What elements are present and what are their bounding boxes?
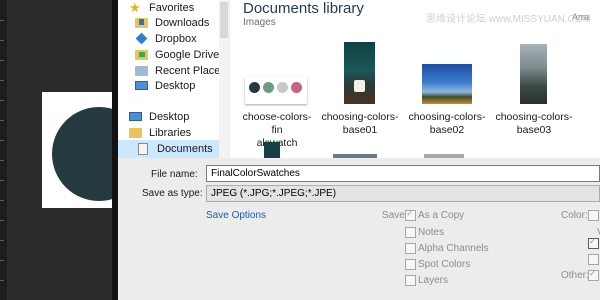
color-option-checkbox[interactable] xyxy=(588,254,599,265)
watermark-text: 思缘设计论坛 www.MISSYUAN.COM xyxy=(426,14,592,25)
file-item-label[interactable]: choosing-colors- base03 xyxy=(494,111,574,137)
notes-label: Notes xyxy=(418,227,445,238)
arrange-by-dropdown[interactable]: Arra xyxy=(572,12,589,22)
as-a-copy-label: As a Copy xyxy=(418,210,465,221)
nav-item-label: Documents xyxy=(157,142,213,155)
file-thumbnail-base03[interactable] xyxy=(520,44,547,104)
alpha-channels-label: Alpha Channels xyxy=(418,243,489,254)
file-name-line: choose-colors-fin xyxy=(242,111,312,136)
nav-item-label: Desktop xyxy=(149,110,190,123)
nav-item-downloads[interactable]: Downloads xyxy=(135,15,209,30)
recent-places-icon xyxy=(135,64,149,77)
nav-item-desktop[interactable]: Desktop xyxy=(129,109,189,124)
nav-item-label: Dropbox xyxy=(155,32,197,45)
file-item-label[interactable]: choosing-colors- base01 xyxy=(320,111,400,137)
nav-item-label: Favorites xyxy=(149,1,195,14)
file-name-line: base03 xyxy=(516,124,552,136)
desktop-icon xyxy=(129,110,143,123)
alpha-channels-checkbox[interactable] xyxy=(405,243,416,254)
star-icon: ★ xyxy=(129,0,141,15)
file-thumbnail-base01[interactable] xyxy=(344,42,375,104)
filename-input[interactable]: FinalColorSwatches xyxy=(206,165,600,182)
color-label: Color: xyxy=(561,210,588,221)
nav-item-recent-places[interactable]: Recent Places xyxy=(135,63,226,78)
file-thumbnail-swatch[interactable] xyxy=(245,77,307,104)
other-option-checkbox[interactable] xyxy=(588,268,599,281)
nav-item-google-drive[interactable]: Google Drive xyxy=(135,47,219,62)
color-option-checkbox[interactable] xyxy=(588,210,599,221)
swatch-dot xyxy=(291,82,302,93)
icc-profile-checkbox[interactable] xyxy=(588,236,599,249)
nav-item-desktop-favorite[interactable]: Desktop xyxy=(135,78,195,93)
savetype-dropdown[interactable]: JPEG (*.JPG;*.JPEG;*.JPE) xyxy=(206,185,600,202)
swatch-dot xyxy=(263,82,274,93)
save-options-link[interactable]: Save Options xyxy=(206,210,266,221)
nav-item-dropbox[interactable]: Dropbox xyxy=(135,31,197,46)
layers-checkbox[interactable] xyxy=(405,275,416,286)
layers-label: Layers xyxy=(418,275,449,286)
file-thumbnail-partial[interactable] xyxy=(424,154,464,158)
savetype-label: Save as type: xyxy=(142,188,203,199)
file-name-line: choosing-colors- xyxy=(495,111,573,123)
libraries-icon xyxy=(129,126,143,139)
nav-scrollbar-thumb[interactable] xyxy=(220,2,228,38)
as-a-copy-checkbox[interactable] xyxy=(405,208,416,221)
swatch-dot xyxy=(249,82,260,93)
notes-checkbox[interactable] xyxy=(405,227,416,238)
file-item-label[interactable]: choosing-colors- base02 xyxy=(407,111,487,137)
other-label: Other: xyxy=(561,270,589,281)
google-drive-icon xyxy=(135,48,149,61)
file-thumbnail-partial[interactable] xyxy=(264,142,280,158)
nav-item-label: Recent Places xyxy=(155,64,226,77)
file-name-line: choosing-colors- xyxy=(321,111,399,123)
file-name-line: base01 xyxy=(342,124,378,136)
library-subtitle: Images xyxy=(243,17,276,28)
cup-shape xyxy=(354,80,365,92)
nav-item-label: Downloads xyxy=(155,16,210,29)
nav-item-label: Desktop xyxy=(155,79,196,92)
file-thumbnail-base02[interactable] xyxy=(422,64,472,104)
file-thumbnail-partial[interactable] xyxy=(333,154,377,158)
filename-label: File name: xyxy=(151,169,198,180)
nav-item-documents[interactable]: Documents xyxy=(137,141,213,156)
save-label: Save: xyxy=(382,210,408,221)
swatch-dot xyxy=(277,82,288,93)
nav-item-favorites[interactable]: ★ Favorites xyxy=(129,0,194,15)
nav-item-label: Libraries xyxy=(149,126,192,139)
documents-icon xyxy=(137,142,151,155)
file-name-line: base02 xyxy=(429,124,465,136)
nav-item-label: Google Drive xyxy=(155,48,220,61)
downloads-folder-icon xyxy=(135,16,149,29)
desktop-icon xyxy=(135,79,149,92)
dropbox-icon xyxy=(135,32,149,45)
vertical-ruler xyxy=(0,0,7,300)
file-name-line: choosing-colors- xyxy=(408,111,486,123)
library-title: Documents library xyxy=(243,0,364,17)
spot-colors-label: Spot Colors xyxy=(418,259,471,270)
nav-item-libraries[interactable]: Libraries xyxy=(129,125,191,140)
spot-colors-checkbox[interactable] xyxy=(405,259,416,270)
